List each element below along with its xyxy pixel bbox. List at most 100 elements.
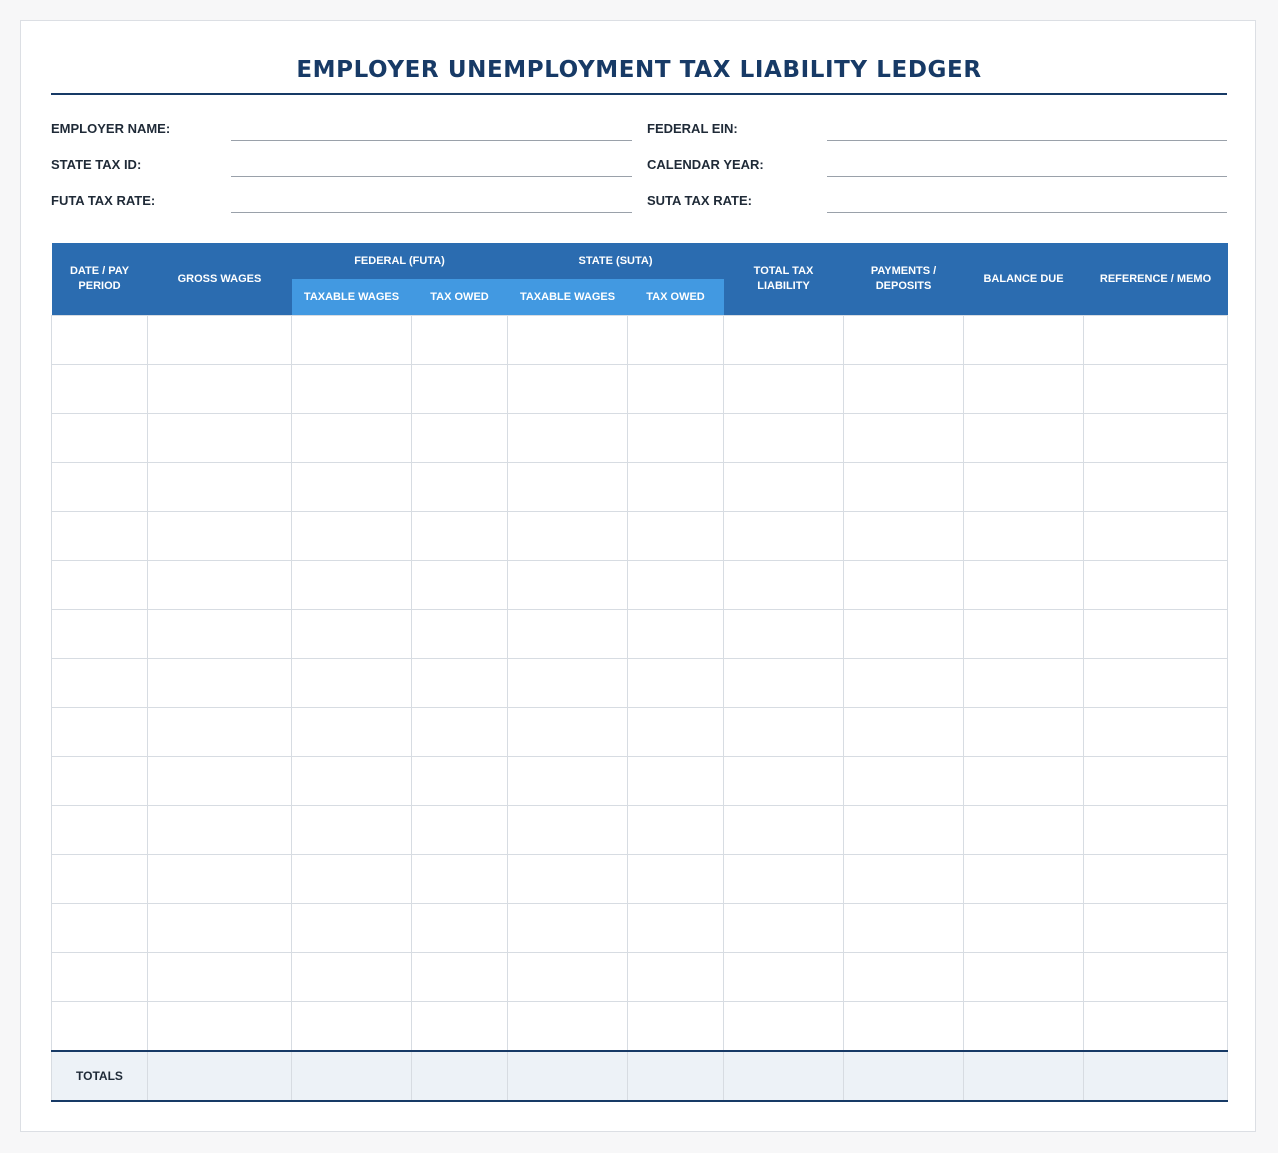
cell-total-tax-liability[interactable] bbox=[723, 1001, 845, 1052]
cell-total-tax-liability[interactable] bbox=[723, 903, 845, 953]
cell-reference-memo[interactable] bbox=[1083, 952, 1229, 1002]
cell-balance-due[interactable] bbox=[963, 560, 1085, 610]
cell-federal-tax-owed[interactable] bbox=[410, 609, 509, 659]
cell-reference-memo[interactable] bbox=[1083, 413, 1229, 463]
cell-state-tax-owed[interactable] bbox=[627, 560, 725, 610]
cell-federal-taxable-wages[interactable] bbox=[291, 315, 412, 365]
cell-total-tax-liability[interactable] bbox=[723, 315, 845, 365]
cell-state-tax-owed[interactable] bbox=[627, 315, 725, 365]
cell-payments-deposits[interactable] bbox=[843, 511, 965, 561]
cell-federal-taxable-wages[interactable] bbox=[291, 805, 412, 855]
cell-federal-taxable-wages[interactable] bbox=[291, 658, 412, 708]
cell-state-taxable-wages[interactable] bbox=[507, 315, 629, 365]
totals-state-taxable-wages[interactable] bbox=[507, 1050, 629, 1102]
calendar-year-field[interactable] bbox=[827, 176, 1227, 177]
cell-total-tax-liability[interactable] bbox=[723, 364, 845, 414]
totals-payments-deposits[interactable] bbox=[843, 1050, 965, 1102]
cell-gross-wages[interactable] bbox=[147, 805, 292, 855]
cell-reference-memo[interactable] bbox=[1083, 756, 1229, 806]
cell-state-tax-owed[interactable] bbox=[627, 658, 725, 708]
cell-federal-tax-owed[interactable] bbox=[410, 854, 509, 904]
cell-payments-deposits[interactable] bbox=[843, 756, 965, 806]
cell-payments-deposits[interactable] bbox=[843, 854, 965, 904]
cell-state-taxable-wages[interactable] bbox=[507, 511, 629, 561]
cell-date-pay-period[interactable] bbox=[51, 609, 148, 659]
cell-gross-wages[interactable] bbox=[147, 462, 292, 512]
cell-gross-wages[interactable] bbox=[147, 756, 292, 806]
cell-payments-deposits[interactable] bbox=[843, 903, 965, 953]
cell-total-tax-liability[interactable] bbox=[723, 854, 845, 904]
cell-reference-memo[interactable] bbox=[1083, 658, 1229, 708]
cell-federal-taxable-wages[interactable] bbox=[291, 560, 412, 610]
cell-total-tax-liability[interactable] bbox=[723, 756, 845, 806]
cell-balance-due[interactable] bbox=[963, 413, 1085, 463]
cell-state-taxable-wages[interactable] bbox=[507, 1001, 629, 1052]
cell-total-tax-liability[interactable] bbox=[723, 952, 845, 1002]
cell-federal-taxable-wages[interactable] bbox=[291, 952, 412, 1002]
totals-balance-due[interactable] bbox=[963, 1050, 1085, 1102]
cell-gross-wages[interactable] bbox=[147, 364, 292, 414]
cell-date-pay-period[interactable] bbox=[51, 1001, 148, 1052]
employer-name-field[interactable] bbox=[231, 140, 632, 141]
cell-state-taxable-wages[interactable] bbox=[507, 658, 629, 708]
state-tax-id-field[interactable] bbox=[231, 176, 632, 177]
cell-gross-wages[interactable] bbox=[147, 707, 292, 757]
totals-federal-tax-owed[interactable] bbox=[410, 1050, 509, 1102]
cell-federal-taxable-wages[interactable] bbox=[291, 707, 412, 757]
cell-state-tax-owed[interactable] bbox=[627, 1001, 725, 1052]
totals-total-tax-liability[interactable] bbox=[723, 1050, 845, 1102]
cell-federal-taxable-wages[interactable] bbox=[291, 511, 412, 561]
cell-gross-wages[interactable] bbox=[147, 413, 292, 463]
cell-gross-wages[interactable] bbox=[147, 315, 292, 365]
cell-state-taxable-wages[interactable] bbox=[507, 609, 629, 659]
cell-gross-wages[interactable] bbox=[147, 854, 292, 904]
cell-state-tax-owed[interactable] bbox=[627, 364, 725, 414]
cell-payments-deposits[interactable] bbox=[843, 609, 965, 659]
cell-federal-taxable-wages[interactable] bbox=[291, 1001, 412, 1052]
cell-state-tax-owed[interactable] bbox=[627, 462, 725, 512]
cell-total-tax-liability[interactable] bbox=[723, 413, 845, 463]
cell-payments-deposits[interactable] bbox=[843, 658, 965, 708]
cell-total-tax-liability[interactable] bbox=[723, 511, 845, 561]
cell-payments-deposits[interactable] bbox=[843, 413, 965, 463]
cell-reference-memo[interactable] bbox=[1083, 903, 1229, 953]
cell-total-tax-liability[interactable] bbox=[723, 805, 845, 855]
cell-total-tax-liability[interactable] bbox=[723, 658, 845, 708]
cell-balance-due[interactable] bbox=[963, 854, 1085, 904]
cell-total-tax-liability[interactable] bbox=[723, 560, 845, 610]
cell-balance-due[interactable] bbox=[963, 805, 1085, 855]
cell-federal-taxable-wages[interactable] bbox=[291, 903, 412, 953]
totals-federal-taxable-wages[interactable] bbox=[291, 1050, 412, 1102]
cell-federal-tax-owed[interactable] bbox=[410, 658, 509, 708]
cell-federal-tax-owed[interactable] bbox=[410, 364, 509, 414]
cell-gross-wages[interactable] bbox=[147, 658, 292, 708]
cell-gross-wages[interactable] bbox=[147, 560, 292, 610]
cell-date-pay-period[interactable] bbox=[51, 511, 148, 561]
cell-date-pay-period[interactable] bbox=[51, 805, 148, 855]
cell-federal-tax-owed[interactable] bbox=[410, 560, 509, 610]
cell-payments-deposits[interactable] bbox=[843, 462, 965, 512]
cell-total-tax-liability[interactable] bbox=[723, 609, 845, 659]
suta-tax-rate-field[interactable] bbox=[827, 212, 1227, 213]
cell-state-tax-owed[interactable] bbox=[627, 756, 725, 806]
cell-balance-due[interactable] bbox=[963, 1001, 1085, 1052]
cell-payments-deposits[interactable] bbox=[843, 315, 965, 365]
cell-reference-memo[interactable] bbox=[1083, 609, 1229, 659]
cell-balance-due[interactable] bbox=[963, 756, 1085, 806]
cell-payments-deposits[interactable] bbox=[843, 707, 965, 757]
cell-state-taxable-wages[interactable] bbox=[507, 903, 629, 953]
cell-reference-memo[interactable] bbox=[1083, 805, 1229, 855]
cell-federal-tax-owed[interactable] bbox=[410, 511, 509, 561]
cell-federal-taxable-wages[interactable] bbox=[291, 854, 412, 904]
cell-gross-wages[interactable] bbox=[147, 952, 292, 1002]
cell-gross-wages[interactable] bbox=[147, 511, 292, 561]
cell-state-taxable-wages[interactable] bbox=[507, 854, 629, 904]
cell-date-pay-period[interactable] bbox=[51, 854, 148, 904]
cell-federal-tax-owed[interactable] bbox=[410, 1001, 509, 1052]
cell-balance-due[interactable] bbox=[963, 511, 1085, 561]
cell-gross-wages[interactable] bbox=[147, 1001, 292, 1052]
cell-federal-tax-owed[interactable] bbox=[410, 805, 509, 855]
cell-balance-due[interactable] bbox=[963, 952, 1085, 1002]
cell-total-tax-liability[interactable] bbox=[723, 462, 845, 512]
cell-balance-due[interactable] bbox=[963, 658, 1085, 708]
